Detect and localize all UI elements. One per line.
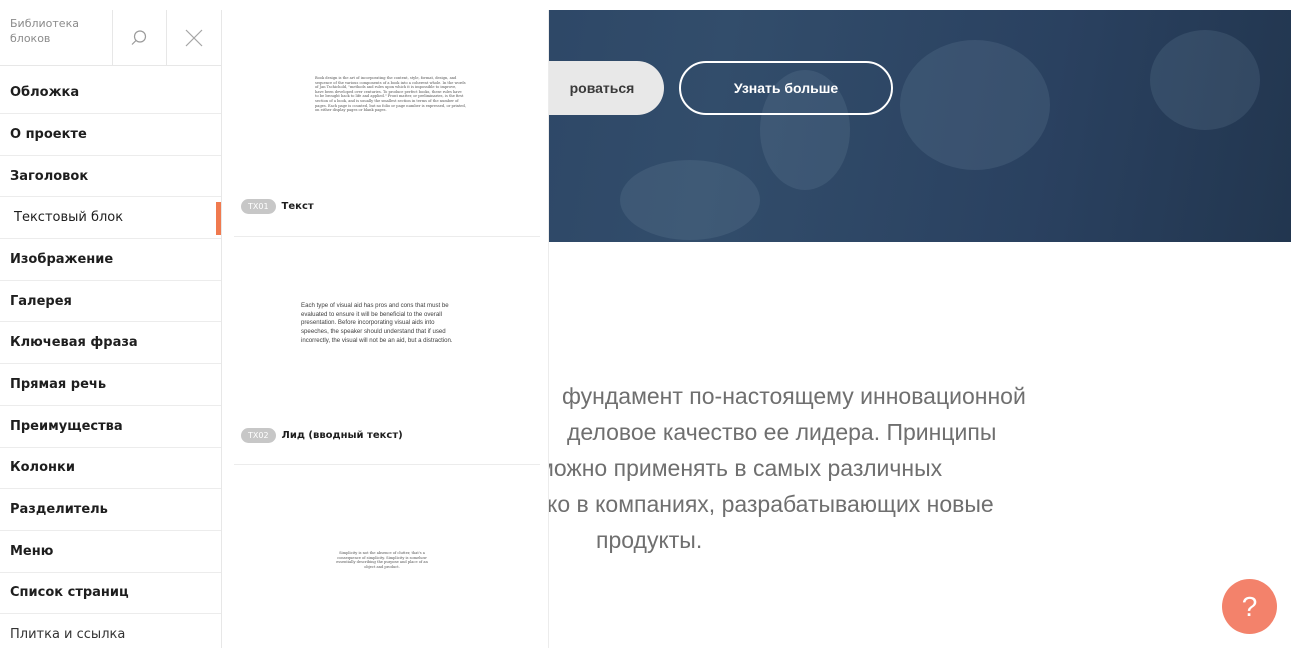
hero-photo-figure [1150, 30, 1260, 130]
hero-photo-figure [900, 40, 1050, 170]
block-card-tx03[interactable]: Simplicity is not the absence of clutter… [234, 465, 540, 648]
help-icon: ? [1241, 590, 1258, 622]
block-card-label: TX01 Текст [241, 199, 314, 214]
block-preview-panel: Book design is the art of incorporating … [222, 10, 549, 648]
category-divider[interactable]: Разделитель [0, 489, 221, 531]
hero-primary-button-label: рoваться [569, 80, 635, 96]
search-button[interactable] [111, 10, 167, 66]
block-card-label: TX02 Лид (вводный текст) [241, 428, 403, 443]
block-code-badge: TX02 [241, 428, 276, 443]
category-about[interactable]: О проекте [0, 114, 221, 156]
library-title: Библиотека блоков [10, 17, 79, 45]
category-cover[interactable]: Обложка [0, 66, 221, 114]
category-heading[interactable]: Заголовок [0, 156, 221, 198]
category-advantages[interactable]: Преимущества [0, 406, 221, 448]
learn-more-button[interactable]: Узнать больше [679, 61, 893, 115]
search-icon [131, 30, 147, 45]
close-icon [185, 29, 203, 47]
category-menu[interactable]: Меню [0, 531, 221, 573]
category-gallery[interactable]: Галерея [0, 281, 221, 323]
category-page-list[interactable]: Список страниц [0, 573, 221, 615]
block-card-tx02[interactable]: Each type of visual aid has pros and con… [234, 237, 540, 465]
category-quote[interactable]: Прямая речь [0, 364, 221, 406]
block-preview-text: Each type of visual aid has pros and con… [301, 302, 453, 344]
close-button[interactable] [166, 10, 221, 66]
library-header: Библиотека блоков [0, 10, 221, 66]
category-columns[interactable]: Колонки [0, 448, 221, 490]
learn-more-button-label: Узнать больше [733, 80, 839, 96]
top-strip [0, 0, 1291, 10]
block-preview-text: Book design is the art of incorporating … [315, 76, 466, 113]
block-name: Лид (вводный текст) [281, 430, 403, 441]
category-key-phrase[interactable]: Ключевая фраза [0, 322, 221, 365]
category-text-block[interactable]: Текстовый блок [0, 197, 221, 240]
block-library-sidebar: Библиотека блоков Обложка О проекте Заго… [0, 10, 222, 648]
block-card-tx01[interactable]: Book design is the art of incorporating … [234, 10, 540, 237]
category-tile-link[interactable]: Плитка и ссылка [0, 614, 221, 648]
block-code-badge: TX01 [241, 199, 276, 214]
category-image[interactable]: Изображение [0, 239, 221, 281]
block-name: Текст [281, 201, 314, 212]
block-category-list: Обложка О проекте Заголовок Текстовый бл… [0, 66, 221, 648]
help-button[interactable]: ? [1222, 579, 1277, 634]
hero-photo-figure [620, 160, 760, 240]
block-preview-text: Simplicity is not the absence of clutter… [336, 551, 428, 570]
